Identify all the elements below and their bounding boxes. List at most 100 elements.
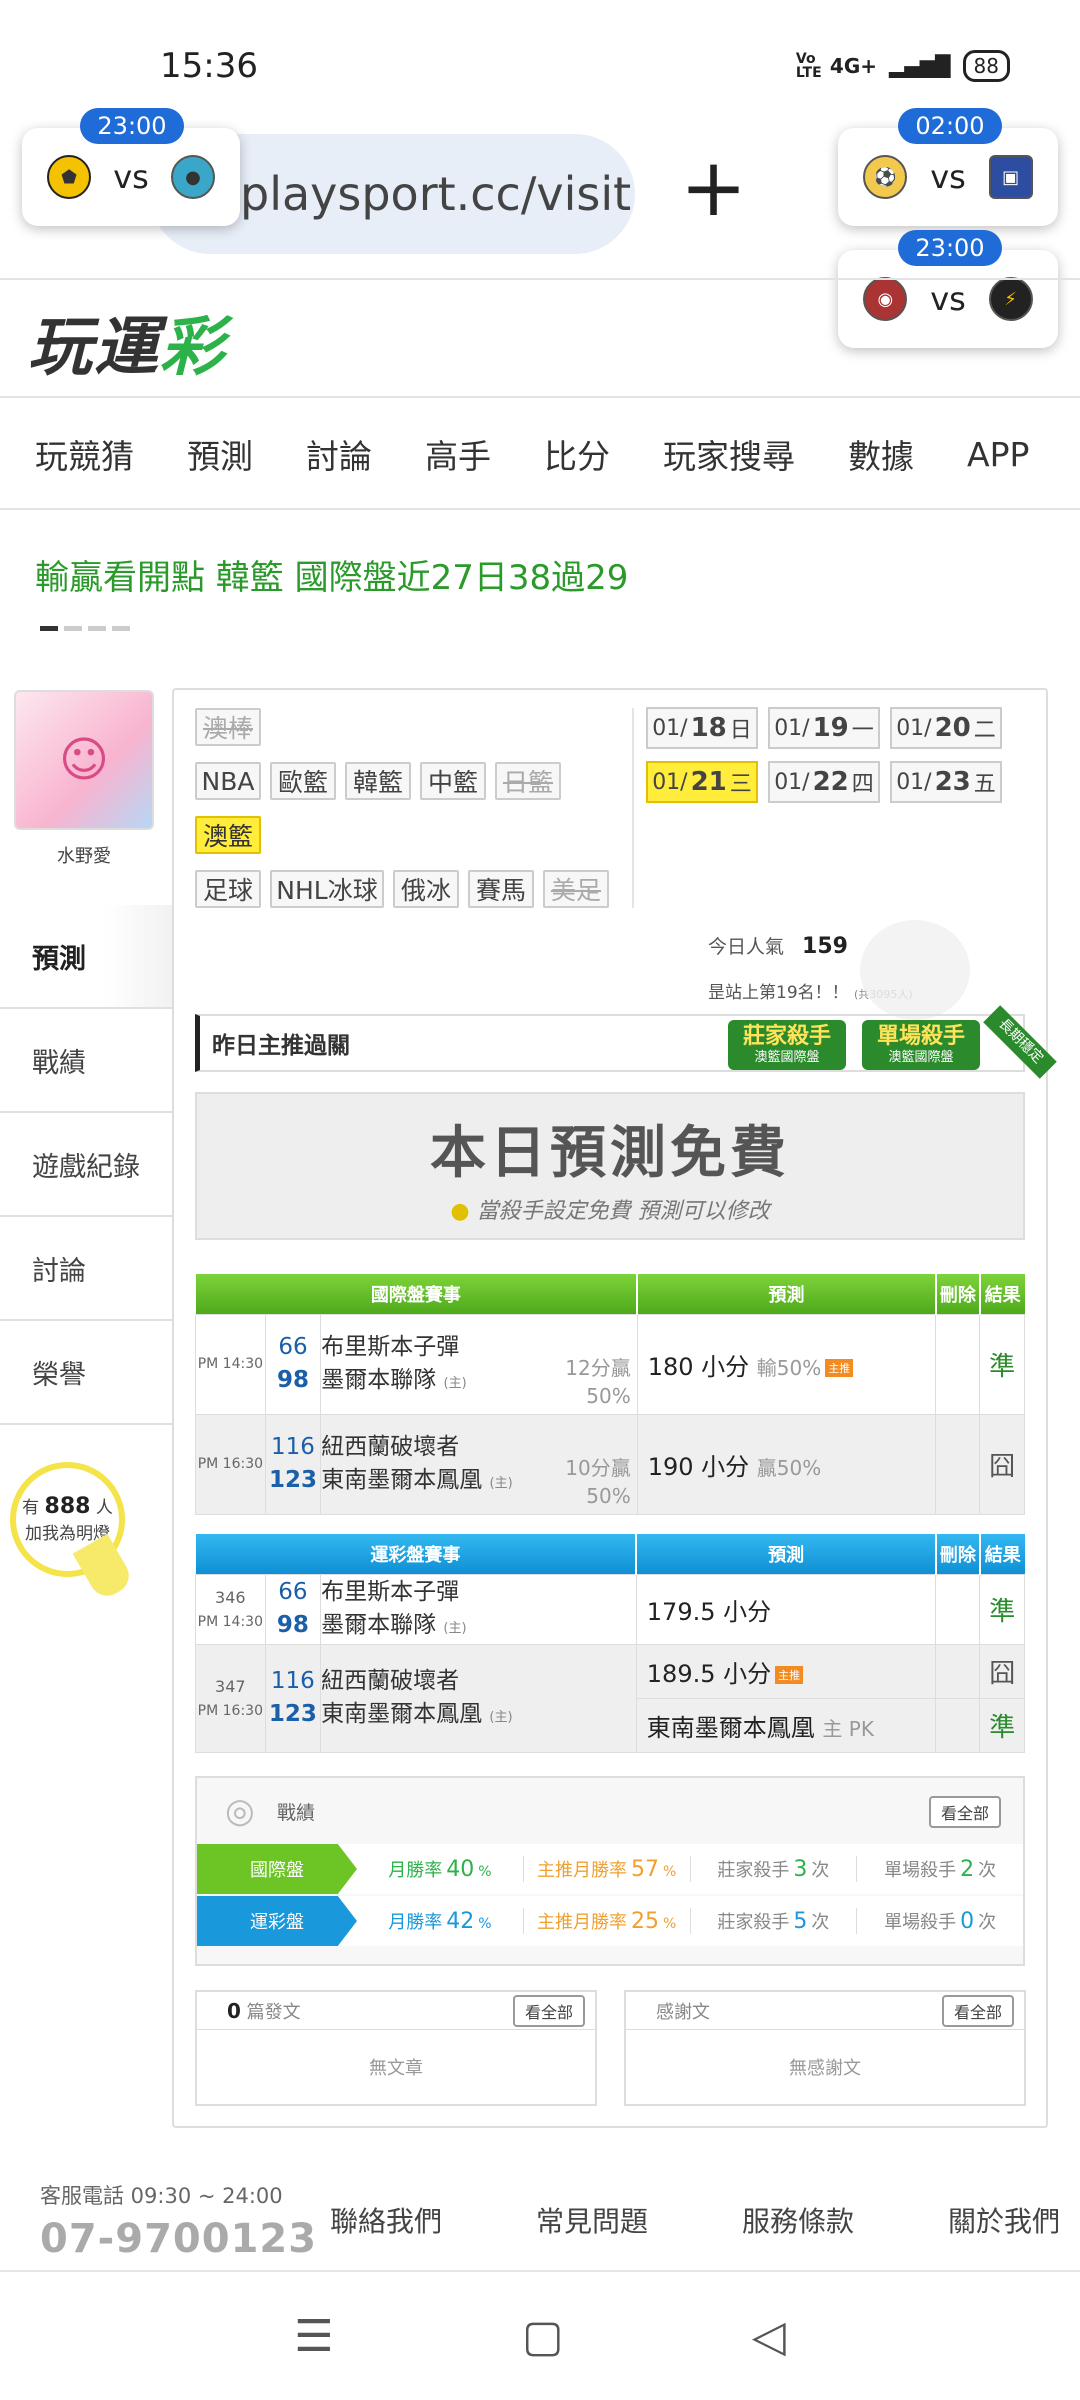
thanks-view-all-button[interactable]: 看全部 [941, 1994, 1014, 2027]
date-chip-0118[interactable]: 01/18 日 [646, 707, 758, 749]
team-numbers: 66 98 [264, 1313, 322, 1415]
prediction-value: 190 小分 [647, 1452, 750, 1481]
nav-item-player-search[interactable]: 玩家搜尋 [628, 430, 813, 478]
nav-item-scores[interactable]: 比分 [509, 430, 628, 478]
footer-link-faq[interactable]: 常見問題 [536, 2200, 648, 2240]
stat-value: 0 [960, 1909, 975, 1934]
footer-link-contact[interactable]: 聯絡我們 [330, 2200, 442, 2240]
prediction: 189.5 小分 主推 [635, 1643, 937, 1699]
sport-chip-soccer[interactable]: 足球 [195, 870, 261, 908]
footer-link-terms[interactable]: 服務條款 [742, 2200, 854, 2240]
game-code-time: 346 PM 14:30 [195, 1573, 266, 1645]
lottery-predictions-table: 運彩盤賽事 預測 刪除 結果 346 PM 14:30 66 98 布里斯本子彈 墨… [195, 1534, 1025, 1753]
away-number: 116 [271, 1433, 315, 1460]
date-chip-0122[interactable]: 01/22 四 [768, 761, 880, 803]
avatar[interactable]: ☺ [14, 690, 154, 830]
thanks-empty: 無感謝文 [789, 2058, 861, 2079]
footer-link-about[interactable]: 關於我們 [948, 2200, 1060, 2240]
game-code-time: 347 PM 16:30 [195, 1643, 266, 1753]
sport-chip-horse-racing[interactable]: 賽馬 [468, 870, 534, 908]
sport-chip-nhl[interactable]: NHL冰球 [270, 870, 384, 908]
back-icon[interactable]: ◁ [752, 2311, 786, 2362]
stats-row-lottery: 運彩盤 月勝率 42% 主推月勝率 25% 莊家殺手 5 次 單場殺手 0 次 [197, 1896, 1023, 1946]
headline-ticker[interactable]: 輸贏看開點 韓籃 國際盤近27日38過29 [35, 550, 628, 599]
badge-sub: 澳籃國際盤 [754, 1050, 820, 1065]
sport-chip-japan-basketball[interactable]: 日籃 [495, 762, 561, 800]
side-item-game-log[interactable]: 遊戲紀錄 [0, 1113, 174, 1217]
sport-chip-nba[interactable]: NBA [195, 762, 261, 800]
site-logo[interactable]: 玩運彩 [28, 296, 226, 388]
stat-unit: % [662, 1864, 677, 1880]
popularity-value: 159 [802, 934, 848, 959]
away-number: 66 [278, 1333, 308, 1360]
side-item-discuss[interactable]: 討論 [0, 1217, 174, 1321]
footer-hours: 客服電話 09:30 ~ 24:00 [40, 2184, 283, 2208]
away-number: 116 [270, 1667, 315, 1694]
date-weekday: 三 [729, 772, 752, 797]
date-month: 01/ [774, 715, 810, 741]
sport-chip-aus-basketball[interactable]: 澳籃 [195, 816, 261, 854]
stat-unit: % [662, 1916, 677, 1932]
date-chip-0123[interactable]: 01/23 五 [890, 761, 1002, 803]
host-marker: (主) [443, 1621, 467, 1636]
nav-item-guess[interactable]: 玩競猜 [0, 430, 152, 478]
side-item-predict[interactable]: 預測 [0, 905, 174, 1009]
away-number: 66 [278, 1578, 308, 1605]
menu-icon[interactable]: ☰ [294, 2311, 333, 2362]
table-header: 國際盤賽事 預測 刪除 結果 [195, 1274, 1025, 1314]
stat-label: 單場殺手 [884, 1912, 957, 1933]
col-result: 結果 [979, 1274, 1025, 1314]
game-time: PM 16:30 [195, 1413, 266, 1515]
thanks-header: 感謝文 看全部 [626, 1992, 1024, 2030]
sport-chip-russia-hockey[interactable]: 俄冰 [393, 870, 459, 908]
sport-chip-euro-basketball[interactable]: 歐籃 [270, 762, 336, 800]
nav-item-data[interactable]: 數據 [813, 430, 932, 478]
signal-bars-icon: ▂▄▆█ [889, 54, 951, 78]
delete-cell [935, 1697, 981, 1753]
nav-item-predict[interactable]: 預測 [152, 430, 271, 478]
sport-chip-korea-basketball[interactable]: 韓籃 [345, 762, 411, 800]
result: 囧 [979, 1413, 1025, 1515]
nav-item-discuss[interactable]: 討論 [271, 430, 390, 478]
footer-phone[interactable]: 07-9700123 [40, 2211, 317, 2267]
stat-label: 月勝率 [388, 1912, 443, 1933]
home-team[interactable]: 東南墨爾本鳳凰 [321, 1701, 482, 1727]
vs-label: vs [113, 158, 149, 196]
stat-value: 57 [630, 1857, 659, 1882]
view-all-button[interactable]: 看全部 [928, 1796, 1001, 1828]
date-month: 01/ [896, 769, 932, 795]
date-chip-0121[interactable]: 01/21 三 [646, 761, 758, 803]
host-marker: (主) [443, 1376, 467, 1391]
sport-chip-american-football[interactable]: 美足 [543, 870, 609, 908]
side-item-record[interactable]: 戰績 [0, 1009, 174, 1113]
home-team[interactable]: 東南墨爾本鳳凰 [321, 1467, 482, 1493]
home-team[interactable]: 墨爾本聯隊 [321, 1612, 436, 1638]
score-card-time: 02:00 [898, 108, 1002, 144]
side-item-honor[interactable]: 榮譽 [0, 1321, 174, 1425]
fans-pre: 有 [22, 1498, 40, 1519]
new-tab-button[interactable]: + [680, 148, 747, 228]
date-chip-0120[interactable]: 01/20 二 [890, 707, 1002, 749]
home-icon[interactable]: ▢ [522, 2311, 564, 2362]
sport-chip-aus-baseball[interactable]: 澳棒 [195, 708, 261, 746]
stat-value: 25 [630, 1909, 659, 1934]
posts-view-all-button[interactable]: 看全部 [512, 1994, 585, 2027]
prediction-value: 東南墨爾本鳳凰 [646, 1713, 815, 1742]
nav-item-app[interactable]: APP [932, 435, 1047, 474]
posts-empty: 無文章 [369, 2058, 423, 2079]
home-team[interactable]: 墨爾本聯隊 [321, 1367, 436, 1393]
stat-label: 單場殺手 [884, 1860, 957, 1881]
fans-unit: 人 [95, 1498, 113, 1519]
divider [0, 278, 1080, 280]
away-team[interactable]: 布里斯本子彈 [321, 1576, 636, 1609]
teams: 紐西蘭破壞者 東南墨爾本鳳凰 (主) 10分贏 50% [320, 1413, 638, 1515]
sport-chip-china-basketball[interactable]: 中籃 [420, 762, 486, 800]
win-points: 12分贏 [565, 1355, 631, 1380]
nav-item-experts[interactable]: 高手 [390, 430, 509, 478]
col-prediction: 預測 [636, 1534, 937, 1574]
chip-separator [632, 708, 634, 908]
date-chip-0119[interactable]: 01/19 一 [768, 707, 880, 749]
team-numbers: 66 98 [264, 1573, 322, 1645]
away-team[interactable]: 紐西蘭破壞者 [321, 1665, 636, 1698]
date-day: 20 [934, 713, 971, 743]
